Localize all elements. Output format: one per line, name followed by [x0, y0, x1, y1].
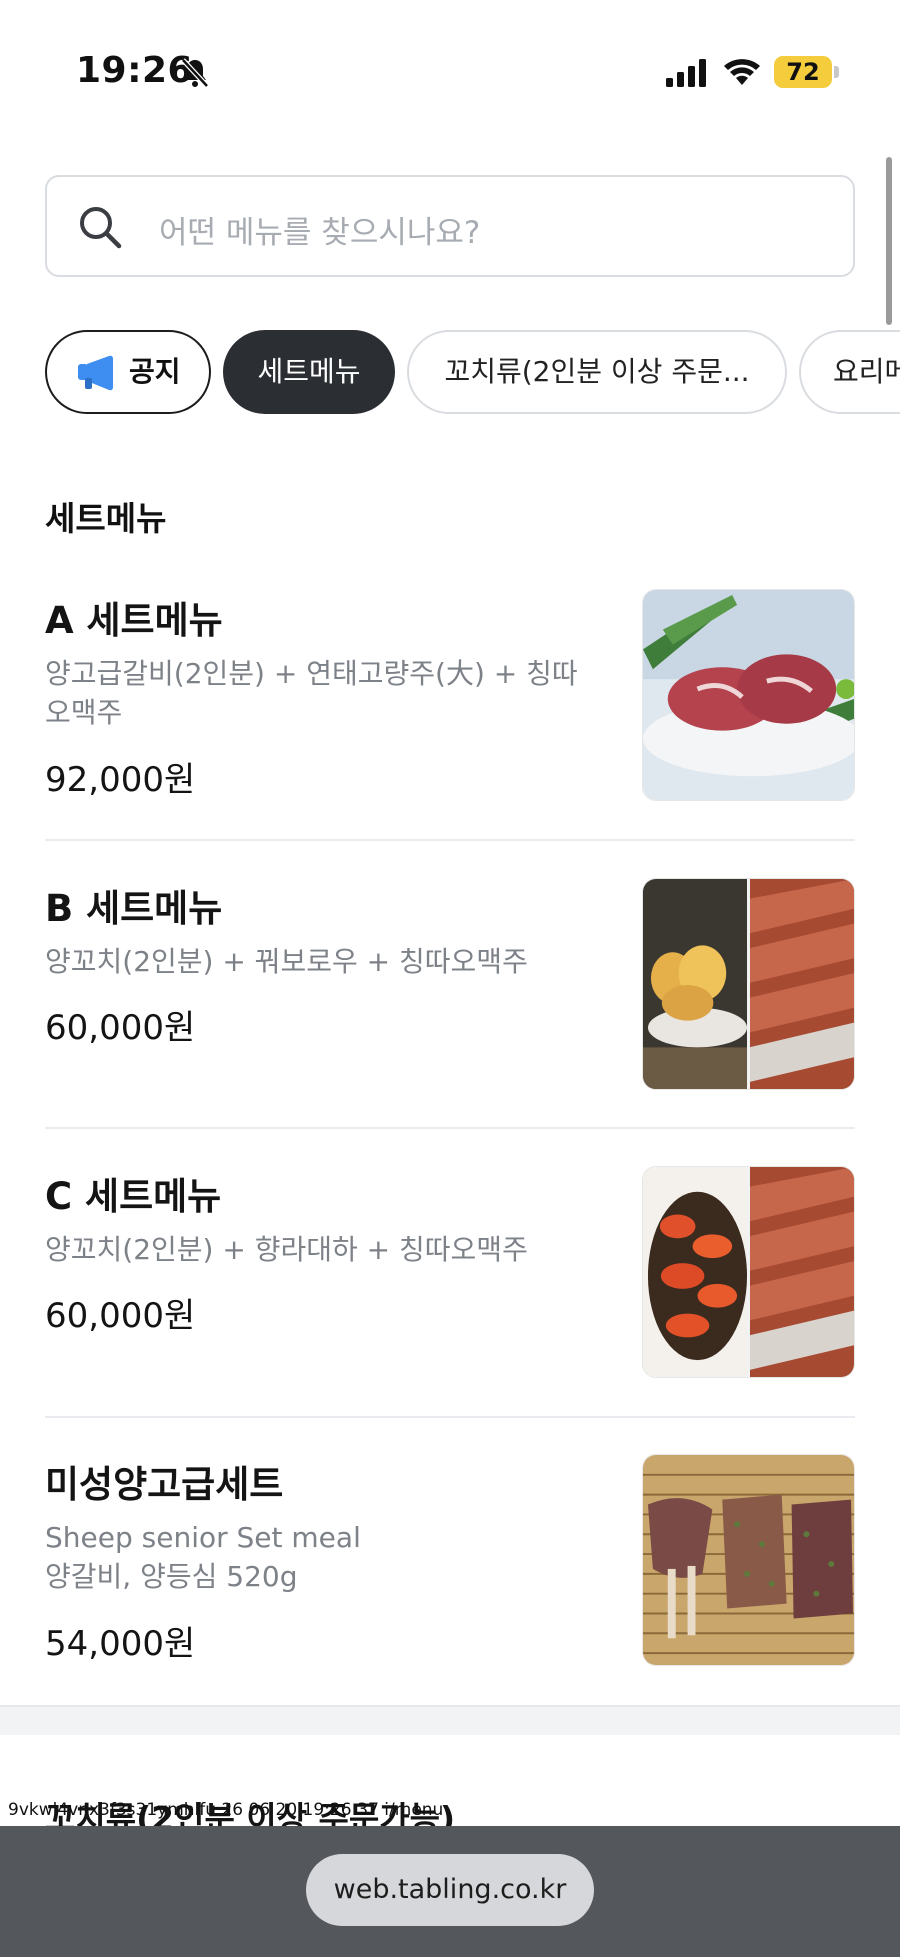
menu-item-description: Sheep senior Set meal 양갈비, 양등심 520g — [45, 1518, 605, 1596]
menu-item-description: 양꼬치(2인분) + 향라대하 + 칭따오맥주 — [45, 1230, 605, 1269]
tab-notice[interactable]: 공지 — [45, 330, 211, 414]
menu-item-name: B 세트메뉴 — [45, 887, 223, 930]
section-separator — [0, 1705, 900, 1735]
menu-item-name: C 세트메뉴 — [45, 1175, 222, 1218]
browser-bottom-bar: web.tabling.co.kr — [0, 1826, 900, 1957]
wifi-icon — [724, 59, 760, 85]
menu-item-price: 54,000원 — [45, 1624, 196, 1664]
scroll-indicator[interactable] — [886, 157, 892, 325]
battery-indicator: 72 — [774, 56, 832, 88]
item-divider — [45, 1127, 855, 1129]
menu-item[interactable]: C 세트메뉴 양꼬치(2인분) + 향라대하 + 칭따오맥주 60,000원 — [45, 1164, 855, 1384]
search-placeholder: 어떤 메뉴를 찾으시나요? — [159, 215, 481, 251]
section-title: 세트메뉴 — [45, 499, 167, 538]
item-divider — [45, 1416, 855, 1418]
status-bar: 19:26 72 — [0, 0, 900, 140]
description-line: Sheep senior Set meal — [45, 1521, 361, 1554]
spicy-shrimp-and-skewers-photo — [642, 1166, 855, 1378]
bell-slash-icon — [181, 58, 209, 88]
menu-item-price: 60,000원 — [45, 1008, 196, 1048]
overlay-code: 9vkwl4vnx3f3s31ymhlfu 26 06 20 19:26:37 … — [8, 1800, 444, 1820]
category-tabs: 공지 세트메뉴 꼬치류(2인분 이상 주문... 요리메 — [45, 330, 900, 416]
menu-item[interactable]: A 세트메뉴 양고급갈비(2인분) + 연태고량주(大) + 칭따 오맥주 92… — [45, 588, 855, 818]
tab-notice-label: 공지 — [129, 355, 181, 388]
battery-cap — [834, 66, 839, 78]
fried-pork-and-skewers-photo — [642, 878, 855, 1090]
description-line: 양꼬치(2인분) + 꿔보로우 + 칭따오맥주 — [45, 945, 528, 978]
item-divider — [45, 839, 855, 841]
menu-item[interactable]: 미성양고급세트 Sheep senior Set meal 양갈비, 양등심 5… — [45, 1452, 855, 1692]
lamb-ribs-photo — [642, 589, 855, 801]
description-line: 양꼬치(2인분) + 향라대하 + 칭따오맥주 — [45, 1233, 528, 1266]
tab-skewers[interactable]: 꼬치류(2인분 이상 주문... — [407, 330, 787, 414]
tab-dishes[interactable]: 요리메 — [799, 330, 900, 414]
description-line: 오맥주 — [45, 696, 123, 729]
menu-item-price: 60,000원 — [45, 1296, 196, 1336]
menu-item-description: 양꼬치(2인분) + 꿔보로우 + 칭따오맥주 — [45, 942, 605, 981]
menu-item[interactable]: B 세트메뉴 양꼬치(2인분) + 꿔보로우 + 칭따오맥주 60,000원 — [45, 876, 855, 1096]
menu-item-name: 미성양고급세트 — [45, 1463, 284, 1506]
menu-item-name: A 세트메뉴 — [45, 599, 223, 642]
url-bar[interactable]: web.tabling.co.kr — [306, 1854, 594, 1926]
tab-set-menu[interactable]: 세트메뉴 — [223, 330, 395, 414]
status-time: 19:26 — [76, 50, 194, 91]
description-line: 양갈비, 양등심 520g — [45, 1560, 298, 1593]
search-icon — [80, 207, 122, 249]
grilled-lamb-photo — [642, 1454, 855, 1666]
description-line: 양고급갈비(2인분) + 연태고량주(大) + 칭따 — [45, 657, 578, 690]
menu-page: 19:26 72 어떤 메뉴를 찾으시나요? 공지 세트메뉴 꼬치류(2인분 이… — [0, 0, 900, 1957]
megaphone-icon — [78, 355, 113, 391]
signal-icon — [666, 59, 706, 87]
menu-item-price: 92,000원 — [45, 760, 196, 800]
menu-item-description: 양고급갈비(2인분) + 연태고량주(大) + 칭따 오맥주 — [45, 654, 605, 732]
search-input[interactable]: 어떤 메뉴를 찾으시나요? — [45, 175, 855, 277]
